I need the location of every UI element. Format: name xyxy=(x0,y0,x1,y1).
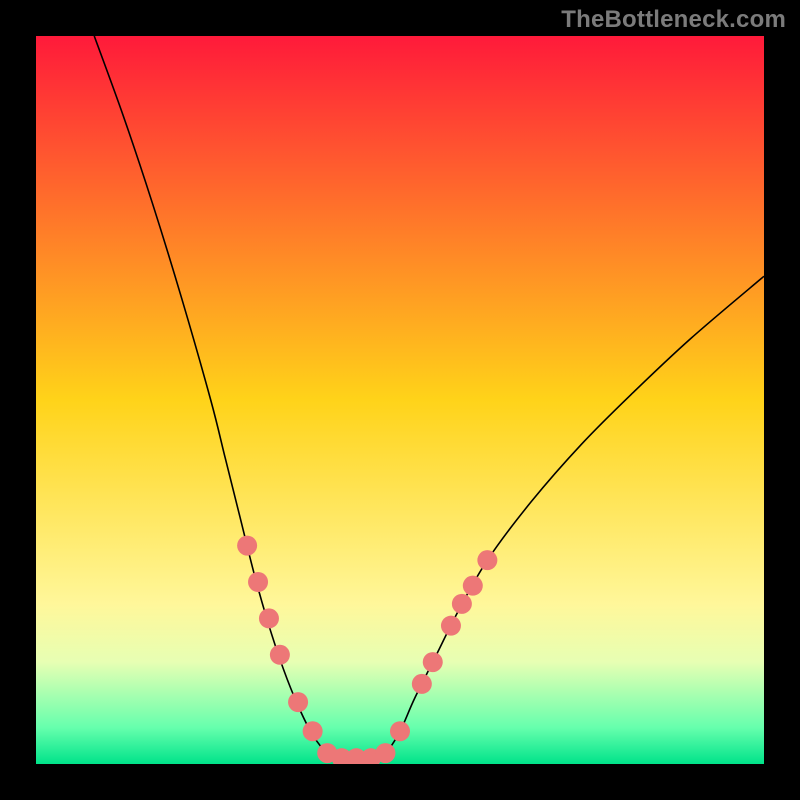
marker-dot xyxy=(259,608,279,628)
marker-dot xyxy=(248,572,268,592)
marker-dot xyxy=(390,721,410,741)
marker-dot xyxy=(270,645,290,665)
watermark-text: TheBottleneck.com xyxy=(561,6,786,34)
chart-svg xyxy=(36,36,764,764)
marker-dot xyxy=(303,721,323,741)
marker-dot xyxy=(452,594,472,614)
marker-dot xyxy=(237,536,257,556)
marker-dot xyxy=(375,743,395,763)
gradient-background xyxy=(36,36,764,764)
marker-dot xyxy=(288,692,308,712)
marker-dot xyxy=(477,550,497,570)
plot-area xyxy=(36,36,764,764)
marker-dot xyxy=(441,616,461,636)
chart-frame: TheBottleneck.com xyxy=(0,0,800,800)
marker-dot xyxy=(463,576,483,596)
marker-dot xyxy=(412,674,432,694)
marker-dot xyxy=(423,652,443,672)
